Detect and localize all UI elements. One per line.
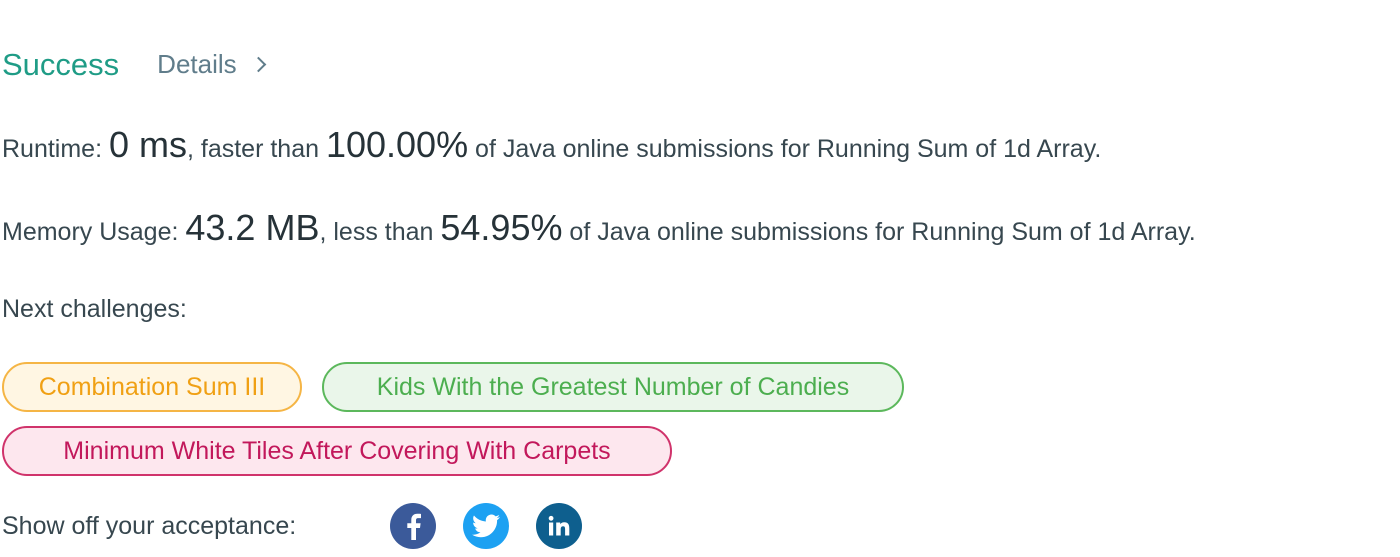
runtime-percent: 100.00%	[325, 124, 469, 165]
memory-stat: Memory Usage: 43.2 MB, less than 54.95% …	[2, 210, 1196, 246]
details-link[interactable]: Details	[157, 49, 266, 79]
memory-percent: 54.95%	[440, 207, 563, 248]
facebook-icon[interactable]	[390, 503, 436, 549]
details-label: Details	[157, 49, 237, 79]
twitter-icon[interactable]	[463, 503, 509, 549]
submission-status-row: Success Details	[2, 40, 266, 88]
memory-value: 43.2 MB	[185, 207, 320, 248]
challenge-tag-minimum-white-tiles[interactable]: Minimum White Tiles After Covering With …	[2, 426, 672, 476]
share-row: Show off your acceptance:	[2, 502, 609, 550]
next-challenges-label: Next challenges:	[2, 295, 187, 323]
status-success-label: Success	[2, 46, 120, 82]
runtime-middle: , faster than	[187, 135, 326, 163]
runtime-value: 0 ms	[108, 124, 187, 165]
runtime-suffix: of Java online submissions for Running S…	[468, 135, 1102, 163]
memory-middle: , less than	[319, 218, 441, 246]
challenge-tag-kids-with-candies[interactable]: Kids With the Greatest Number of Candies	[322, 362, 904, 412]
memory-prefix: Memory Usage:	[2, 218, 186, 246]
share-label: Show off your acceptance:	[2, 511, 297, 540]
memory-suffix: of Java online submissions for Running S…	[562, 218, 1196, 246]
challenge-tag-combination-sum-iii[interactable]: Combination Sum III	[2, 362, 302, 412]
runtime-prefix: Runtime:	[2, 135, 109, 163]
chevron-right-icon	[250, 56, 266, 73]
runtime-stat: Runtime: 0 ms, faster than 100.00% of Ja…	[2, 127, 1101, 163]
linkedin-icon[interactable]	[536, 503, 582, 549]
